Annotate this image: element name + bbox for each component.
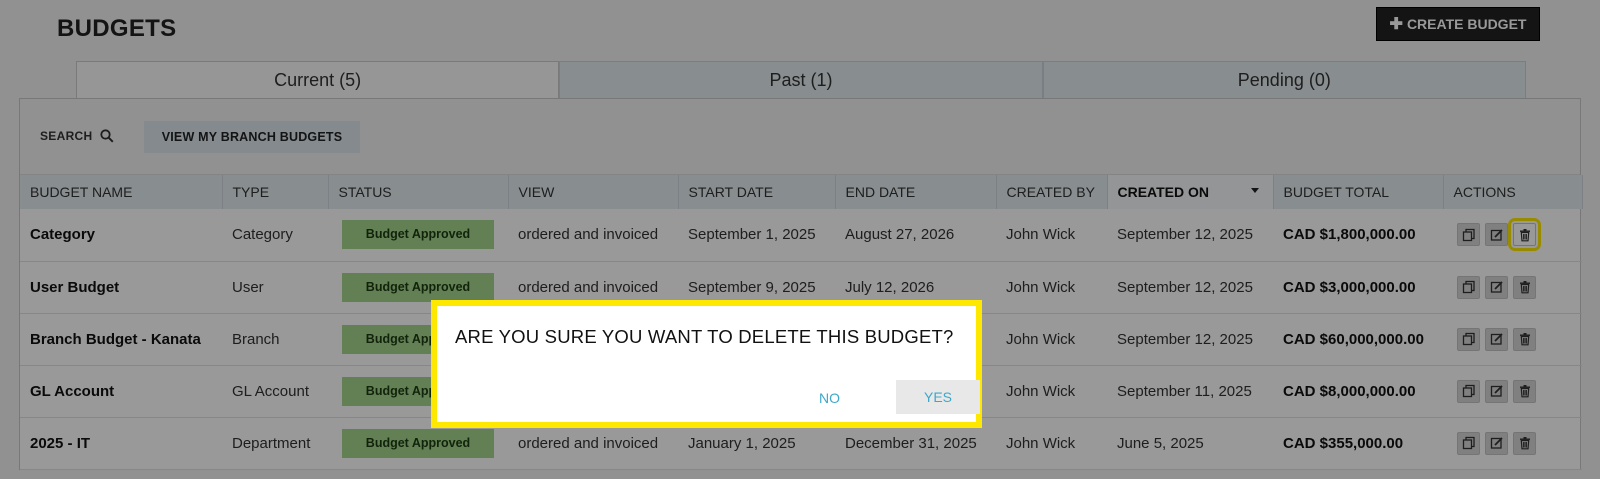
delete-confirm-dialog: ARE YOU SURE YOU WANT TO DELETE THIS BUD… — [431, 300, 982, 428]
dialog-message: ARE YOU SURE YOU WANT TO DELETE THIS BUD… — [455, 326, 954, 347]
no-button[interactable]: NO — [819, 390, 840, 406]
yes-button[interactable]: YES — [896, 380, 980, 414]
